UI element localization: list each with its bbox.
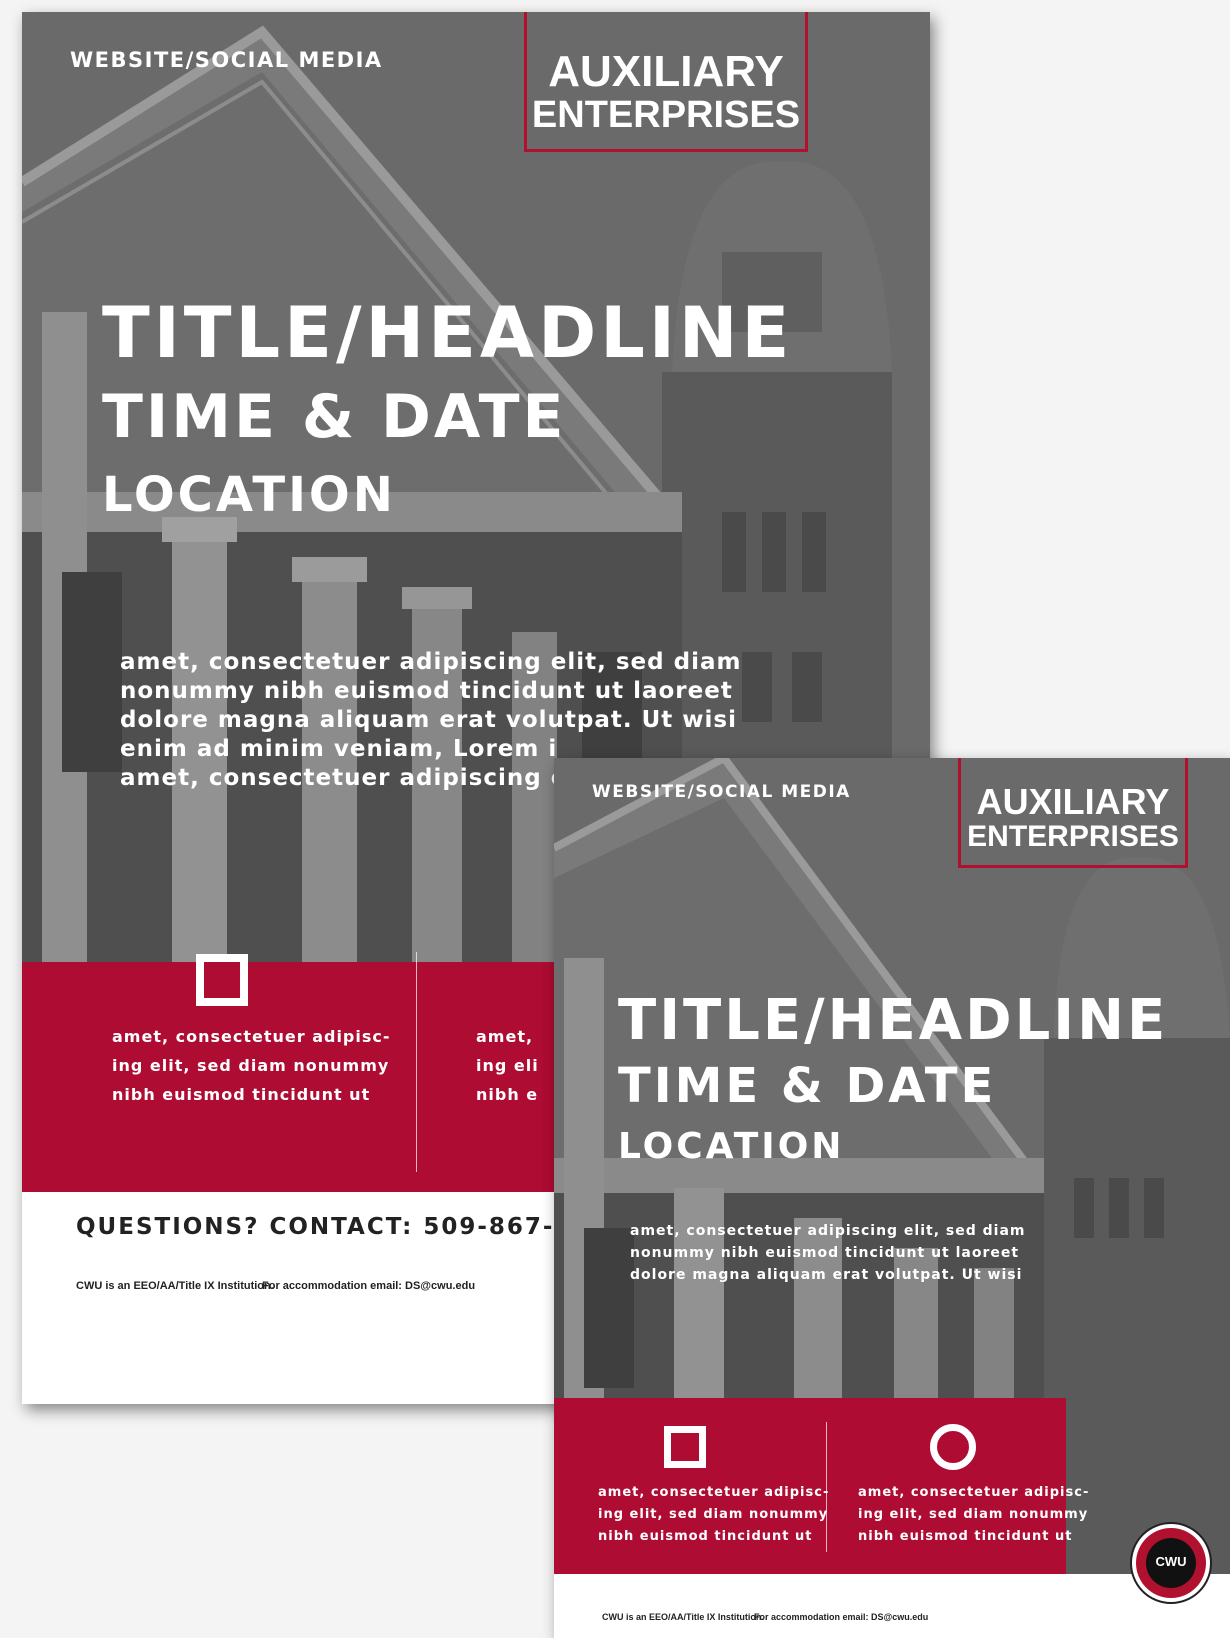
cwu-seal-center: CWU bbox=[1155, 1554, 1187, 1569]
channel-label-social: WEBSITE/SOCIAL MEDIA bbox=[592, 782, 851, 802]
accommodation-note-social: For accommodation email: DS@cwu.edu bbox=[754, 1612, 929, 1622]
channel-label: WEBSITE/SOCIAL MEDIA bbox=[70, 48, 383, 72]
eeo-statement: CWU is an EEO/AA/Title IX Institution. bbox=[76, 1280, 274, 1292]
feature-text-social-1: amet, consectetuer adipisc- ing elit, se… bbox=[598, 1485, 830, 1544]
title-headline-social: TITLE/HEADLINE bbox=[618, 988, 1169, 1053]
time-date: TIME & DATE bbox=[102, 382, 567, 452]
cwu-seal: CWU bbox=[1130, 1522, 1212, 1604]
eeo-statement-social: CWU is an EEO/AA/Title IX Institution. bbox=[602, 1612, 764, 1622]
logo-line-1: AUXILIARY bbox=[548, 47, 784, 96]
logo-line-2-social: ENTERPRISES bbox=[967, 820, 1179, 853]
accommodation-note: For accommodation email: DS@cwu.edu bbox=[262, 1280, 476, 1292]
contact-line: QUESTIONS? CONTACT: 509-867-5309 bbox=[76, 1214, 627, 1240]
location-social: LOCATION bbox=[618, 1126, 845, 1167]
auxiliary-enterprises-logo: AUXILIARY ENTERPRISES bbox=[524, 12, 808, 152]
logo-line-1-social: AUXILIARY bbox=[976, 781, 1170, 822]
feature-text-1: amet, consectetuer adipisc- ing elit, se… bbox=[112, 1027, 391, 1104]
social-poster: WEBSITE/SOCIAL MEDIA AUXILIARY ENTERPRIS… bbox=[554, 758, 1230, 1638]
title-headline: TITLE/HEADLINE bbox=[102, 292, 794, 374]
feature-divider-social bbox=[826, 1422, 827, 1552]
feature-divider bbox=[416, 952, 417, 1172]
feature-text-2: amet, ing eli nibh e bbox=[476, 1027, 539, 1104]
square-icon bbox=[196, 954, 248, 1006]
time-date-social: TIME & DATE bbox=[618, 1058, 997, 1114]
logo-line-2: ENTERPRISES bbox=[531, 94, 801, 136]
location: LOCATION bbox=[102, 467, 396, 523]
auxiliary-enterprises-logo-social: AUXILIARY ENTERPRISES bbox=[958, 758, 1188, 868]
feature-text-social-2: amet, consectetuer adipisc- ing elit, se… bbox=[858, 1485, 1090, 1544]
footer-area bbox=[554, 1574, 1230, 1638]
body-copy-social: amet, consectetuer adipiscing elit, sed … bbox=[630, 1223, 1026, 1283]
circle-icon-social bbox=[930, 1424, 976, 1470]
square-icon-social bbox=[664, 1426, 706, 1468]
